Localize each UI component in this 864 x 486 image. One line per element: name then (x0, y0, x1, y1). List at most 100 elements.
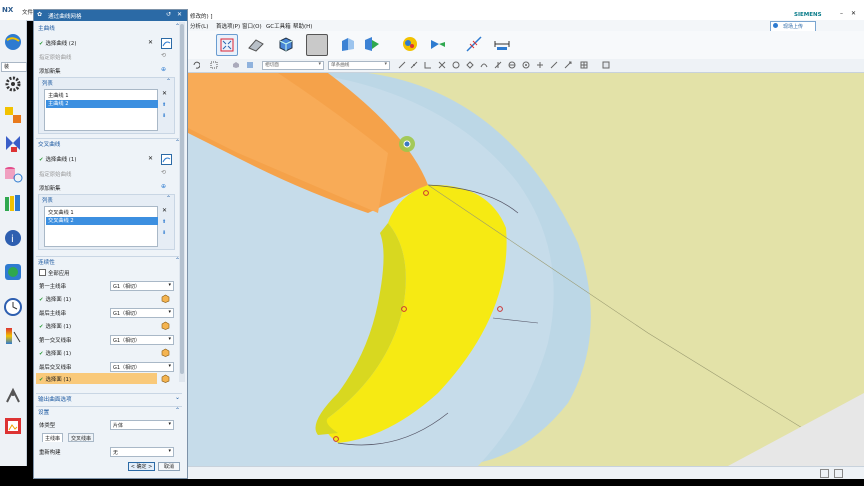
snap-line-icon[interactable] (550, 61, 558, 69)
snap-center-icon[interactable] (522, 61, 530, 69)
gear-icon[interactable] (3, 74, 23, 94)
web-browser-icon[interactable] (3, 262, 23, 282)
render-cube-icon[interactable] (276, 34, 296, 54)
first-primary-dropdown[interactable]: G1（相切） ▾ (110, 281, 174, 291)
deselect-icon[interactable]: ✕ (148, 155, 157, 164)
analysis-colormap-icon[interactable] (400, 34, 420, 54)
settings-section[interactable]: 设置 ⌃ (36, 406, 182, 416)
collapse-icon[interactable]: ⌃ (166, 195, 171, 202)
face-select-icon[interactable] (161, 321, 170, 330)
curve-rule-dropdown[interactable]: 单条曲线 ▾ (328, 61, 390, 70)
snap-tangent-icon[interactable] (494, 61, 502, 69)
snap-circle-icon[interactable] (508, 61, 516, 69)
list-item[interactable]: 交叉曲线 2 (46, 217, 158, 225)
primary-curves-section[interactable]: 主曲线 ⌃ (36, 23, 182, 32)
ok-button[interactable]: < 确定 > (128, 462, 155, 471)
snap-existing-point-icon[interactable] (536, 61, 544, 69)
palette-icon[interactable] (3, 416, 23, 436)
part-navigator-icon[interactable] (3, 164, 23, 184)
rebuild-dropdown[interactable]: 无 ▾ (110, 447, 174, 457)
origin-curve-icon[interactable]: ⟲ (161, 169, 170, 178)
add-set-icon[interactable]: ⊕ (161, 183, 170, 192)
curvature-comb-icon[interactable] (464, 34, 484, 54)
graphics-viewport[interactable] (188, 73, 864, 466)
last-cross-dropdown[interactable]: G1（相切） ▾ (110, 362, 174, 372)
shaded-view-icon[interactable] (246, 34, 266, 54)
history-clock-icon[interactable] (3, 297, 23, 317)
cross-curves-section[interactable]: 交叉曲线 ⌃ (36, 138, 182, 148)
face-select-icon[interactable] (161, 374, 170, 383)
first-primary-face[interactable]: ✔ 选择面 (1) (39, 295, 71, 303)
select-face-icon[interactable] (246, 61, 254, 69)
undo-icon[interactable] (192, 61, 201, 69)
cross-add-set[interactable]: 添加新集 (39, 184, 61, 192)
move-down-icon[interactable]: ⬇ (162, 230, 166, 236)
list-item[interactable]: 主曲线 2 (46, 100, 158, 108)
section-view-icon[interactable] (362, 34, 382, 54)
select-body-icon[interactable] (232, 61, 240, 69)
output-surface-section[interactable]: 输出曲面选项 ⌄ (36, 393, 182, 403)
constraint-navigator-icon[interactable] (3, 133, 23, 153)
globe-icon[interactable] (1, 32, 25, 52)
menu-gc-toolbox[interactable]: GC工具箱 (266, 22, 291, 30)
menu-window[interactable]: 窗口(O) (242, 22, 262, 30)
snap-endpoint-icon[interactable] (398, 61, 406, 69)
list-item[interactable]: 交叉曲线 1 (46, 209, 158, 217)
background-color-icon[interactable] (306, 34, 328, 56)
deselect-icon[interactable]: ✕ (148, 39, 157, 48)
primary-add-set[interactable]: 添加新集 (39, 67, 61, 75)
close-icon[interactable]: ✕ (851, 10, 856, 17)
move-down-icon[interactable]: ⬇ (162, 113, 166, 119)
info-icon[interactable]: i (3, 228, 23, 248)
primary-select-curves[interactable]: ✔ 选择曲线 (2) (39, 39, 76, 47)
cancel-button[interactable]: 取消 (158, 462, 180, 471)
roles-icon[interactable] (3, 386, 23, 406)
orient-view-icon[interactable] (338, 34, 358, 54)
menu-analysis[interactable]: 分析(L) (190, 22, 208, 30)
command-finder-input[interactable]: 装 (1, 62, 27, 72)
origin-curve-icon[interactable]: ⟲ (161, 52, 170, 61)
reuse-library-icon[interactable] (3, 193, 23, 213)
snap-midpoint-icon[interactable] (410, 61, 418, 69)
menu-preferences[interactable]: 首选项(P) (216, 22, 240, 30)
measure-distance-icon[interactable] (492, 34, 512, 54)
snap-toggle-icon[interactable] (602, 61, 610, 69)
apply-all-checkbox[interactable]: 全部应用 (39, 269, 70, 277)
scrollbar-thumb[interactable] (180, 24, 184, 374)
last-primary-face[interactable]: ✔ 选择面 (1) (39, 322, 71, 330)
first-cross-face[interactable]: ✔ 选择面 (1) (39, 349, 71, 357)
continuity-section[interactable]: 连续性 ⌃ (36, 256, 182, 266)
snap-arc-center-icon[interactable] (452, 61, 460, 69)
settings-gear-icon[interactable]: ✿ (37, 11, 42, 18)
menu-help[interactable]: 帮助(H) (293, 22, 312, 30)
first-cross-dropdown[interactable]: G1（相切） ▾ (110, 335, 174, 345)
dialog-close-icon[interactable]: ✕ (177, 11, 182, 18)
curve-select-icon[interactable] (161, 154, 172, 165)
add-set-icon[interactable]: ⊕ (161, 66, 170, 75)
move-up-icon[interactable]: ⬆ (162, 219, 166, 225)
assembly-navigator-icon[interactable] (3, 105, 23, 125)
minimize-icon[interactable]: – (840, 10, 843, 17)
face-select-icon[interactable] (161, 348, 170, 357)
body-type-dropdown[interactable]: 片体 ▾ (110, 420, 174, 430)
select-box-icon[interactable] (210, 61, 218, 69)
snap-point-on-curve-icon[interactable] (480, 61, 488, 69)
tab-cross-string[interactable]: 交叉线串 (68, 433, 95, 442)
list-item[interactable]: 主曲线 1 (46, 92, 158, 100)
collapse-icon[interactable]: ⌃ (166, 78, 171, 85)
face-analysis-icon[interactable] (428, 34, 448, 54)
system-materials-icon[interactable] (3, 326, 23, 346)
last-cross-face-active[interactable]: ✔ 选择面 (1) (36, 373, 157, 384)
curve-select-icon[interactable] (161, 38, 172, 49)
reset-icon[interactable]: ↺ (166, 11, 171, 18)
remove-icon[interactable]: ✕ (162, 90, 167, 97)
snap-control-icon[interactable] (424, 61, 432, 69)
fit-view-icon[interactable] (216, 34, 238, 56)
snap-quadrant-icon[interactable] (466, 61, 474, 69)
face-select-icon[interactable] (161, 294, 170, 303)
remove-icon[interactable]: ✕ (162, 207, 167, 214)
layout-icon[interactable] (834, 469, 843, 478)
cross-select-curves[interactable]: ✔ 选择曲线 (1) (39, 155, 76, 163)
last-primary-dropdown[interactable]: G1（相切） ▾ (110, 308, 174, 318)
move-up-icon[interactable]: ⬆ (162, 102, 166, 108)
